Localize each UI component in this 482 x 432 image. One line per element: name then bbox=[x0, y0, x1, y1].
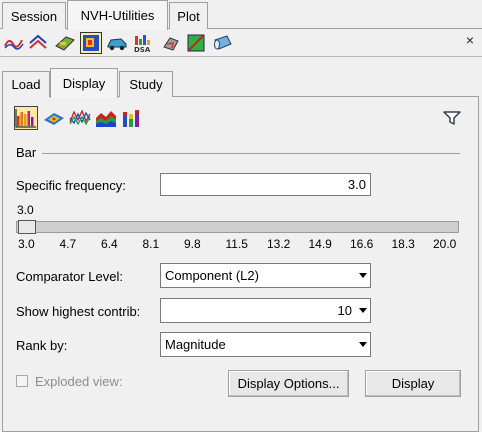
frequency-slider[interactable] bbox=[16, 221, 459, 233]
filter-icon[interactable] bbox=[440, 106, 464, 130]
sub-tab-bar: Load Display Study bbox=[0, 68, 482, 98]
slider-tick-label: 8.1 bbox=[142, 237, 160, 251]
slider-value-label: 3.0 bbox=[17, 203, 34, 217]
rank-by-label: Rank by: bbox=[16, 338, 68, 353]
slider-tick-label: 20.0 bbox=[433, 237, 457, 251]
contour-chart-icon[interactable] bbox=[42, 106, 66, 130]
slider-tick-label: 4.7 bbox=[59, 237, 77, 251]
tab-nvh-utilities[interactable]: NVH-Utilities bbox=[67, 0, 168, 30]
frequency-slider-thumb[interactable] bbox=[18, 220, 36, 234]
tab-plot[interactable]: Plot bbox=[169, 2, 208, 29]
top-tab-bar: Session NVH-Utilities Plot bbox=[0, 0, 482, 30]
area-chart-icon[interactable] bbox=[94, 106, 118, 130]
cylinder-icon[interactable] bbox=[211, 32, 233, 54]
line-chart-icon[interactable] bbox=[68, 106, 92, 130]
comparator-level-select[interactable]: Component (L2) bbox=[160, 263, 371, 288]
tab-session[interactable]: Session bbox=[2, 2, 66, 29]
display-options-button[interactable]: Display Options... bbox=[228, 370, 349, 397]
curve-plot-icon[interactable] bbox=[3, 32, 25, 54]
comparator-level-value: Component (L2) bbox=[165, 268, 259, 283]
display-button[interactable]: Display bbox=[365, 370, 461, 397]
bar-chart-icon[interactable] bbox=[14, 106, 38, 130]
comparator-level-label: Comparator Level: bbox=[16, 269, 123, 284]
rank-by-value: Magnitude bbox=[165, 337, 226, 352]
transfer-path-icon[interactable] bbox=[160, 32, 182, 54]
rank-by-select[interactable]: Magnitude bbox=[160, 332, 371, 357]
chevron-down-icon[interactable] bbox=[356, 299, 370, 322]
contributions-icon[interactable] bbox=[80, 32, 102, 54]
specific-frequency-field[interactable]: 3.0 bbox=[160, 173, 371, 196]
stacked-bar-icon[interactable] bbox=[120, 106, 144, 130]
show-highest-contrib-value: 10 bbox=[337, 303, 352, 318]
modal-icon[interactable] bbox=[185, 32, 207, 54]
slider-tick-label: 13.2 bbox=[267, 237, 291, 251]
exploded-view-checkbox[interactable] bbox=[16, 375, 28, 387]
model-contour-icon[interactable] bbox=[54, 32, 76, 54]
slider-tick-label: 9.8 bbox=[184, 237, 201, 251]
show-highest-contrib-select[interactable]: 10 bbox=[160, 298, 371, 323]
slider-tick-label: 6.4 bbox=[101, 237, 118, 251]
slider-tick-label: 11.5 bbox=[225, 237, 248, 251]
section-divider bbox=[42, 153, 460, 154]
tab-display[interactable]: Display bbox=[50, 68, 118, 98]
tab-load[interactable]: Load bbox=[2, 71, 50, 97]
section-title: Bar bbox=[16, 145, 37, 160]
svg-text:DSA: DSA bbox=[134, 46, 151, 53]
specific-frequency-label: Specific frequency: bbox=[16, 178, 126, 193]
slider-tick-label: 16.6 bbox=[350, 237, 374, 251]
close-icon[interactable]: × bbox=[466, 32, 474, 48]
response-curves-icon[interactable] bbox=[27, 32, 49, 54]
slider-tick-label: 3.0 bbox=[18, 237, 35, 251]
vehicle-icon[interactable] bbox=[106, 32, 128, 54]
utility-toolbar: DSA × bbox=[0, 29, 482, 57]
exploded-view-label: Exploded view: bbox=[35, 374, 123, 389]
slider-tick-label: 18.3 bbox=[391, 237, 415, 251]
chevron-down-icon[interactable] bbox=[356, 333, 370, 356]
slider-tick-label: 14.9 bbox=[308, 237, 332, 251]
tab-study[interactable]: Study bbox=[119, 71, 173, 97]
show-highest-contrib-label: Show highest contrib: bbox=[16, 304, 141, 319]
dsa-icon[interactable]: DSA bbox=[133, 32, 155, 54]
chevron-down-icon[interactable] bbox=[356, 264, 370, 287]
